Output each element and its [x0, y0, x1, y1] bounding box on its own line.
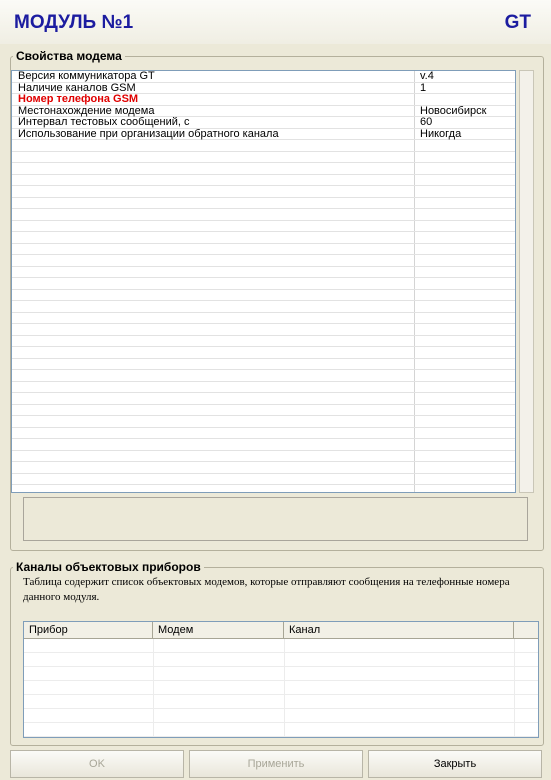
- properties-scrollbar[interactable]: [519, 70, 534, 493]
- empty-property-row: [12, 439, 515, 451]
- empty-property-row: [12, 359, 515, 370]
- property-description-panel: [23, 497, 528, 541]
- channels-description: Таблица содержит список объектовых модем…: [23, 576, 510, 603]
- property-name: Номер телефона GSM: [18, 94, 139, 105]
- channels-table-header: Прибор Модем Канал: [24, 622, 538, 639]
- empty-property-row: [12, 232, 515, 244]
- empty-property-row: [12, 140, 515, 152]
- property-value: 1: [420, 82, 427, 94]
- property-row[interactable]: Наличие каналов GSM 1: [12, 82, 515, 94]
- empty-property-row: [12, 209, 515, 221]
- empty-property-row: [12, 393, 515, 405]
- property-name: Местонахождение модема: [18, 105, 155, 117]
- empty-property-row: [12, 221, 515, 232]
- channels-legend: Каналы объектовых приборов: [16, 560, 201, 574]
- property-name: Версия коммуникатора GT: [18, 71, 155, 82]
- property-value: Новосибирск: [420, 105, 487, 117]
- empty-property-row: [12, 198, 515, 209]
- empty-property-row: [12, 152, 515, 163]
- property-value: 60: [420, 117, 433, 128]
- channels-table[interactable]: Прибор Модем Канал: [23, 621, 539, 738]
- property-name: Интервал тестовых сообщений, с: [18, 117, 190, 128]
- empty-property-row: [12, 255, 515, 267]
- empty-property-row: [12, 313, 515, 324]
- channel-column-divider: [153, 639, 154, 737]
- empty-channel-row: [24, 653, 538, 667]
- empty-channel-row: [24, 681, 538, 695]
- empty-property-row: [12, 244, 515, 255]
- apply-button[interactable]: Применить: [189, 750, 363, 778]
- empty-property-row: [12, 278, 515, 290]
- channel-column-divider: [284, 639, 285, 737]
- header-bar: МОДУЛЬ №1 GT: [0, 0, 551, 44]
- empty-property-row: [12, 175, 515, 186]
- empty-channel-row: [24, 639, 538, 653]
- close-button[interactable]: Закрыть: [368, 750, 542, 778]
- channel-column-divider: [514, 639, 515, 737]
- empty-property-row: [12, 336, 515, 347]
- column-header-channel[interactable]: Канал: [284, 622, 514, 638]
- module-type: GT: [504, 12, 531, 33]
- empty-property-row: [12, 405, 515, 416]
- empty-channel-row: [24, 709, 538, 723]
- module-title: МОДУЛЬ №1: [14, 12, 134, 33]
- property-value: v.4: [420, 71, 434, 82]
- empty-property-row: [12, 462, 515, 474]
- property-name: Использование при организации обратного …: [18, 128, 279, 140]
- empty-property-row: [12, 186, 515, 198]
- column-header-filler: [514, 622, 538, 638]
- empty-property-row: [12, 382, 515, 393]
- property-name: Наличие каналов GSM: [18, 82, 136, 94]
- property-row[interactable]: Версия коммуникатора GT v.4: [12, 71, 515, 83]
- empty-property-row: [12, 370, 515, 382]
- ok-button[interactable]: OK: [10, 750, 184, 778]
- property-row[interactable]: Интервал тестовых сообщений, с 60: [12, 117, 515, 129]
- empty-property-row: [12, 301, 515, 313]
- empty-property-row: [12, 324, 515, 336]
- empty-channel-row: [24, 723, 538, 737]
- empty-property-row: [12, 474, 515, 485]
- property-row[interactable]: Номер телефона GSM: [12, 94, 515, 106]
- empty-property-row: [12, 347, 515, 359]
- empty-channel-row: [24, 667, 538, 681]
- properties-table[interactable]: Версия коммуникатора GT v.4 Наличие канало…: [11, 70, 516, 493]
- empty-property-row: [12, 290, 515, 301]
- empty-channel-row: [24, 695, 538, 709]
- column-header-modem[interactable]: Модем: [153, 622, 284, 638]
- modem-properties-legend: Свойства модема: [16, 49, 122, 63]
- empty-property-row: [12, 428, 515, 439]
- empty-property-row: [12, 267, 515, 278]
- empty-property-row: [12, 163, 515, 175]
- property-value: Никогда: [420, 128, 462, 140]
- column-header-device[interactable]: Прибор: [24, 622, 153, 638]
- empty-property-row: [12, 451, 515, 462]
- empty-property-row: [12, 416, 515, 428]
- property-row[interactable]: Местонахождение модема Новосибирск: [12, 105, 515, 117]
- property-row[interactable]: Использование при организации обратного …: [12, 128, 515, 140]
